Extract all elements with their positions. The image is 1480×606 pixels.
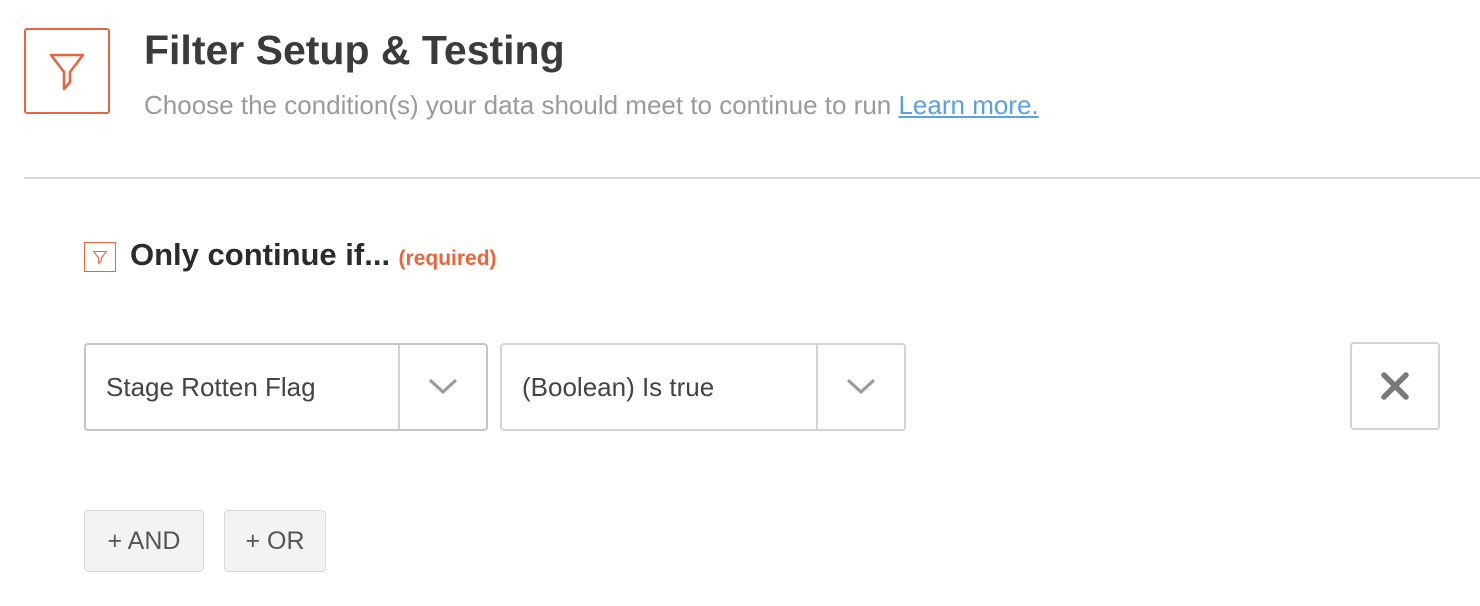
condition-select[interactable]: (Boolean) Is true	[500, 343, 906, 431]
chevron-down-icon	[429, 379, 457, 394]
remove-condition-button[interactable]	[1350, 342, 1440, 430]
page-title: Filter Setup & Testing	[144, 27, 565, 73]
field-select[interactable]: Stage Rotten Flag	[84, 343, 488, 431]
learn-more-link[interactable]: Learn more.	[898, 90, 1038, 120]
close-icon	[1381, 372, 1409, 400]
field-select-toggle[interactable]	[398, 345, 486, 429]
add-or-condition-button[interactable]: + OR	[224, 510, 326, 572]
field-select-value: Stage Rotten Flag	[106, 371, 316, 402]
chevron-down-icon	[847, 379, 875, 394]
section-title-text: Only continue if...	[130, 237, 391, 272]
filter-setup-page: Filter Setup & Testing Choose the condit…	[0, 0, 1480, 606]
header-divider	[24, 177, 1480, 179]
filter-icon-small	[92, 250, 108, 265]
condition-select-value: (Boolean) Is true	[522, 371, 715, 402]
section-title: Only continue if... (required)	[130, 234, 497, 282]
page-subtitle: Choose the condition(s) your data should…	[144, 88, 1039, 122]
condition-select-toggle[interactable]	[816, 345, 904, 429]
filter-icon	[24, 28, 110, 114]
filter-icon-graphic	[49, 53, 85, 91]
subtitle-text: Choose the condition(s) your data should…	[144, 90, 892, 120]
required-label: (required)	[398, 247, 497, 270]
add-and-condition-button[interactable]: + AND	[84, 510, 204, 572]
filter-icon	[84, 242, 116, 272]
